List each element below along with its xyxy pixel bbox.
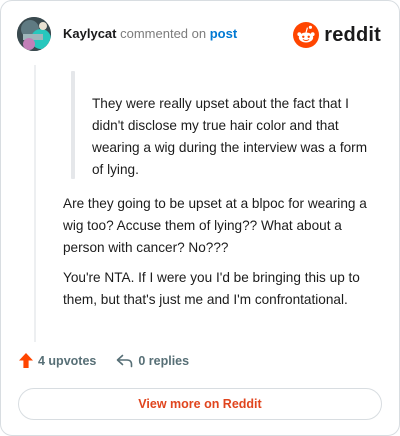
reddit-snoo-icon (293, 22, 320, 48)
comment-paragraph: You're NTA. If I were you I'd be bringin… (63, 270, 360, 307)
comment-paragraph: Are they going to be upset at a blpoc fo… (63, 196, 367, 255)
user-avatar[interactable] (17, 17, 51, 51)
comment-stats: 4 upvotes 0 replies (19, 353, 189, 368)
post-link[interactable]: post (210, 26, 237, 41)
upvote-count: 4 upvotes (38, 353, 97, 368)
reddit-logo[interactable]: reddit (293, 21, 381, 49)
quoted-text: They were really upset about the fact th… (92, 96, 368, 177)
username-link[interactable]: Kaylycat (63, 26, 116, 41)
avatar-image-icon (17, 17, 51, 51)
view-more-button[interactable]: View more on Reddit (18, 388, 382, 420)
upvote-arrow-icon (19, 353, 33, 368)
reply-count: 0 replies (138, 353, 190, 368)
thread-line (34, 65, 36, 342)
upvote-stat[interactable]: 4 upvotes (19, 353, 96, 368)
attribution-action: commented on (120, 26, 207, 41)
reply-stat[interactable]: 0 replies (116, 354, 189, 368)
reply-arrow-icon (117, 354, 133, 367)
reddit-wordmark: reddit (324, 23, 381, 46)
embedded-comment-card: Kaylycat commented on post reddit They w… (0, 0, 400, 436)
quote-bar (71, 71, 75, 179)
comment-attribution: Kaylycat commented on post (63, 26, 237, 42)
